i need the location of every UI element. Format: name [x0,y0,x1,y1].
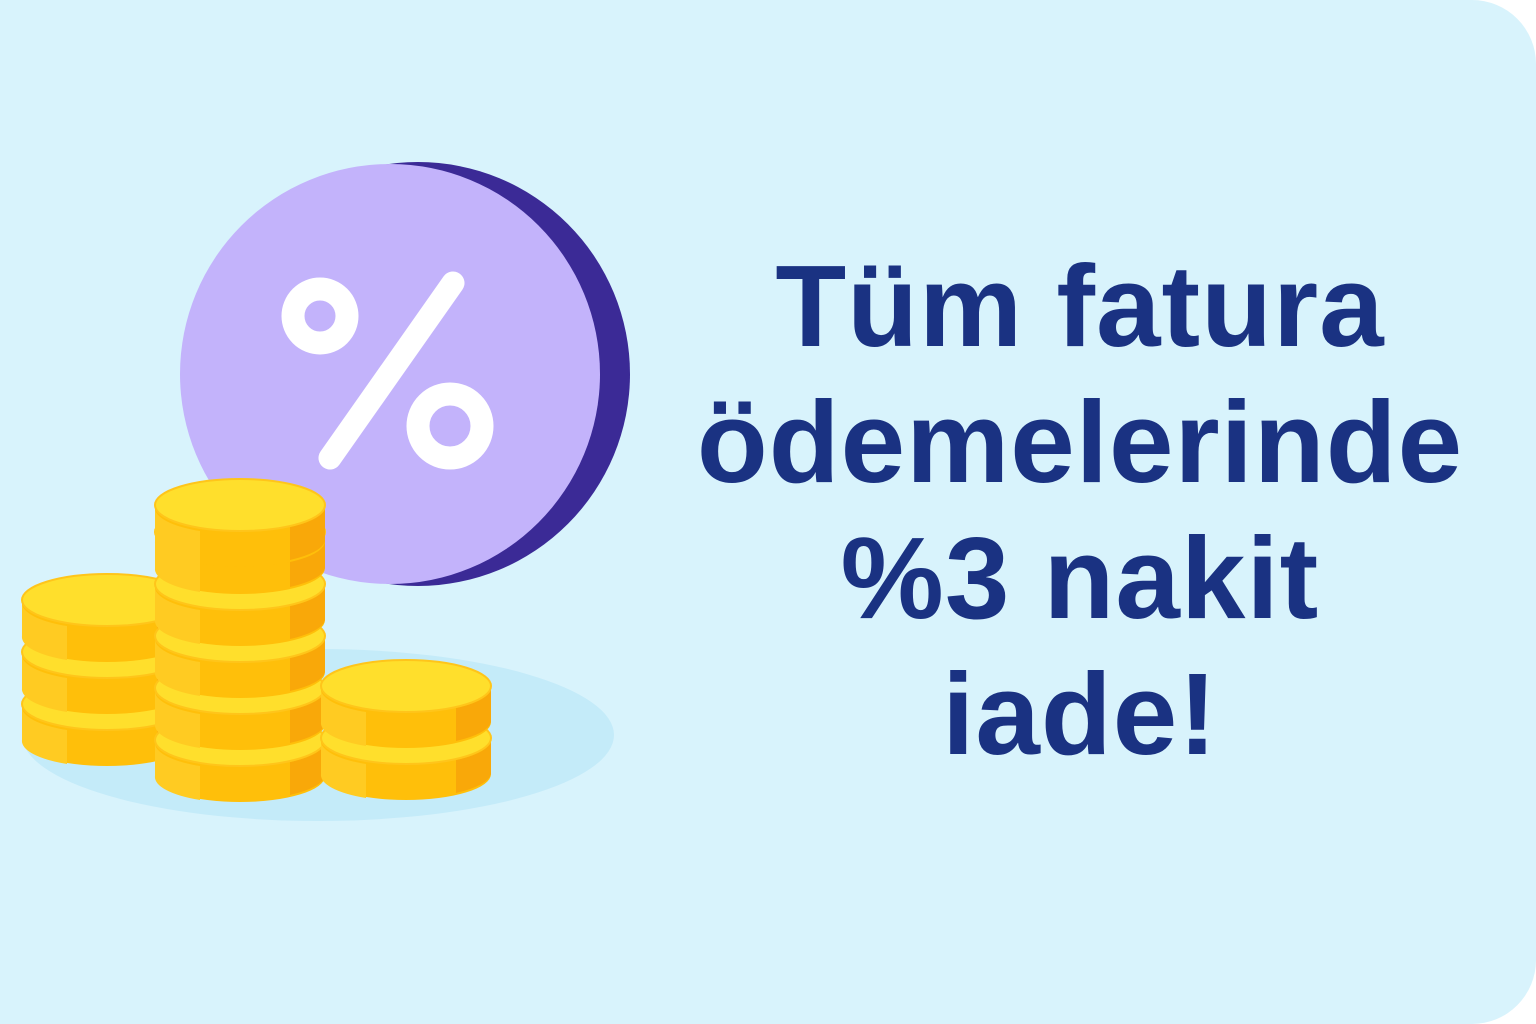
promo-banner: Tüm fatura ödemelerinde %3 nakit iade! [0,0,1536,1024]
coin-stack-right [319,659,492,801]
headline-line-2: ödemelerinde [696,377,1464,507]
headline-line-1: Tüm fatura [775,241,1385,371]
cashback-headline: Tüm fatura ödemelerinde %3 nakit iade! [640,238,1520,782]
headline-line-4: iade! [942,649,1218,779]
coin-stack-middle [153,478,326,803]
cashback-illustration [20,162,630,821]
headline-line-3: %3 nakit [840,513,1320,643]
